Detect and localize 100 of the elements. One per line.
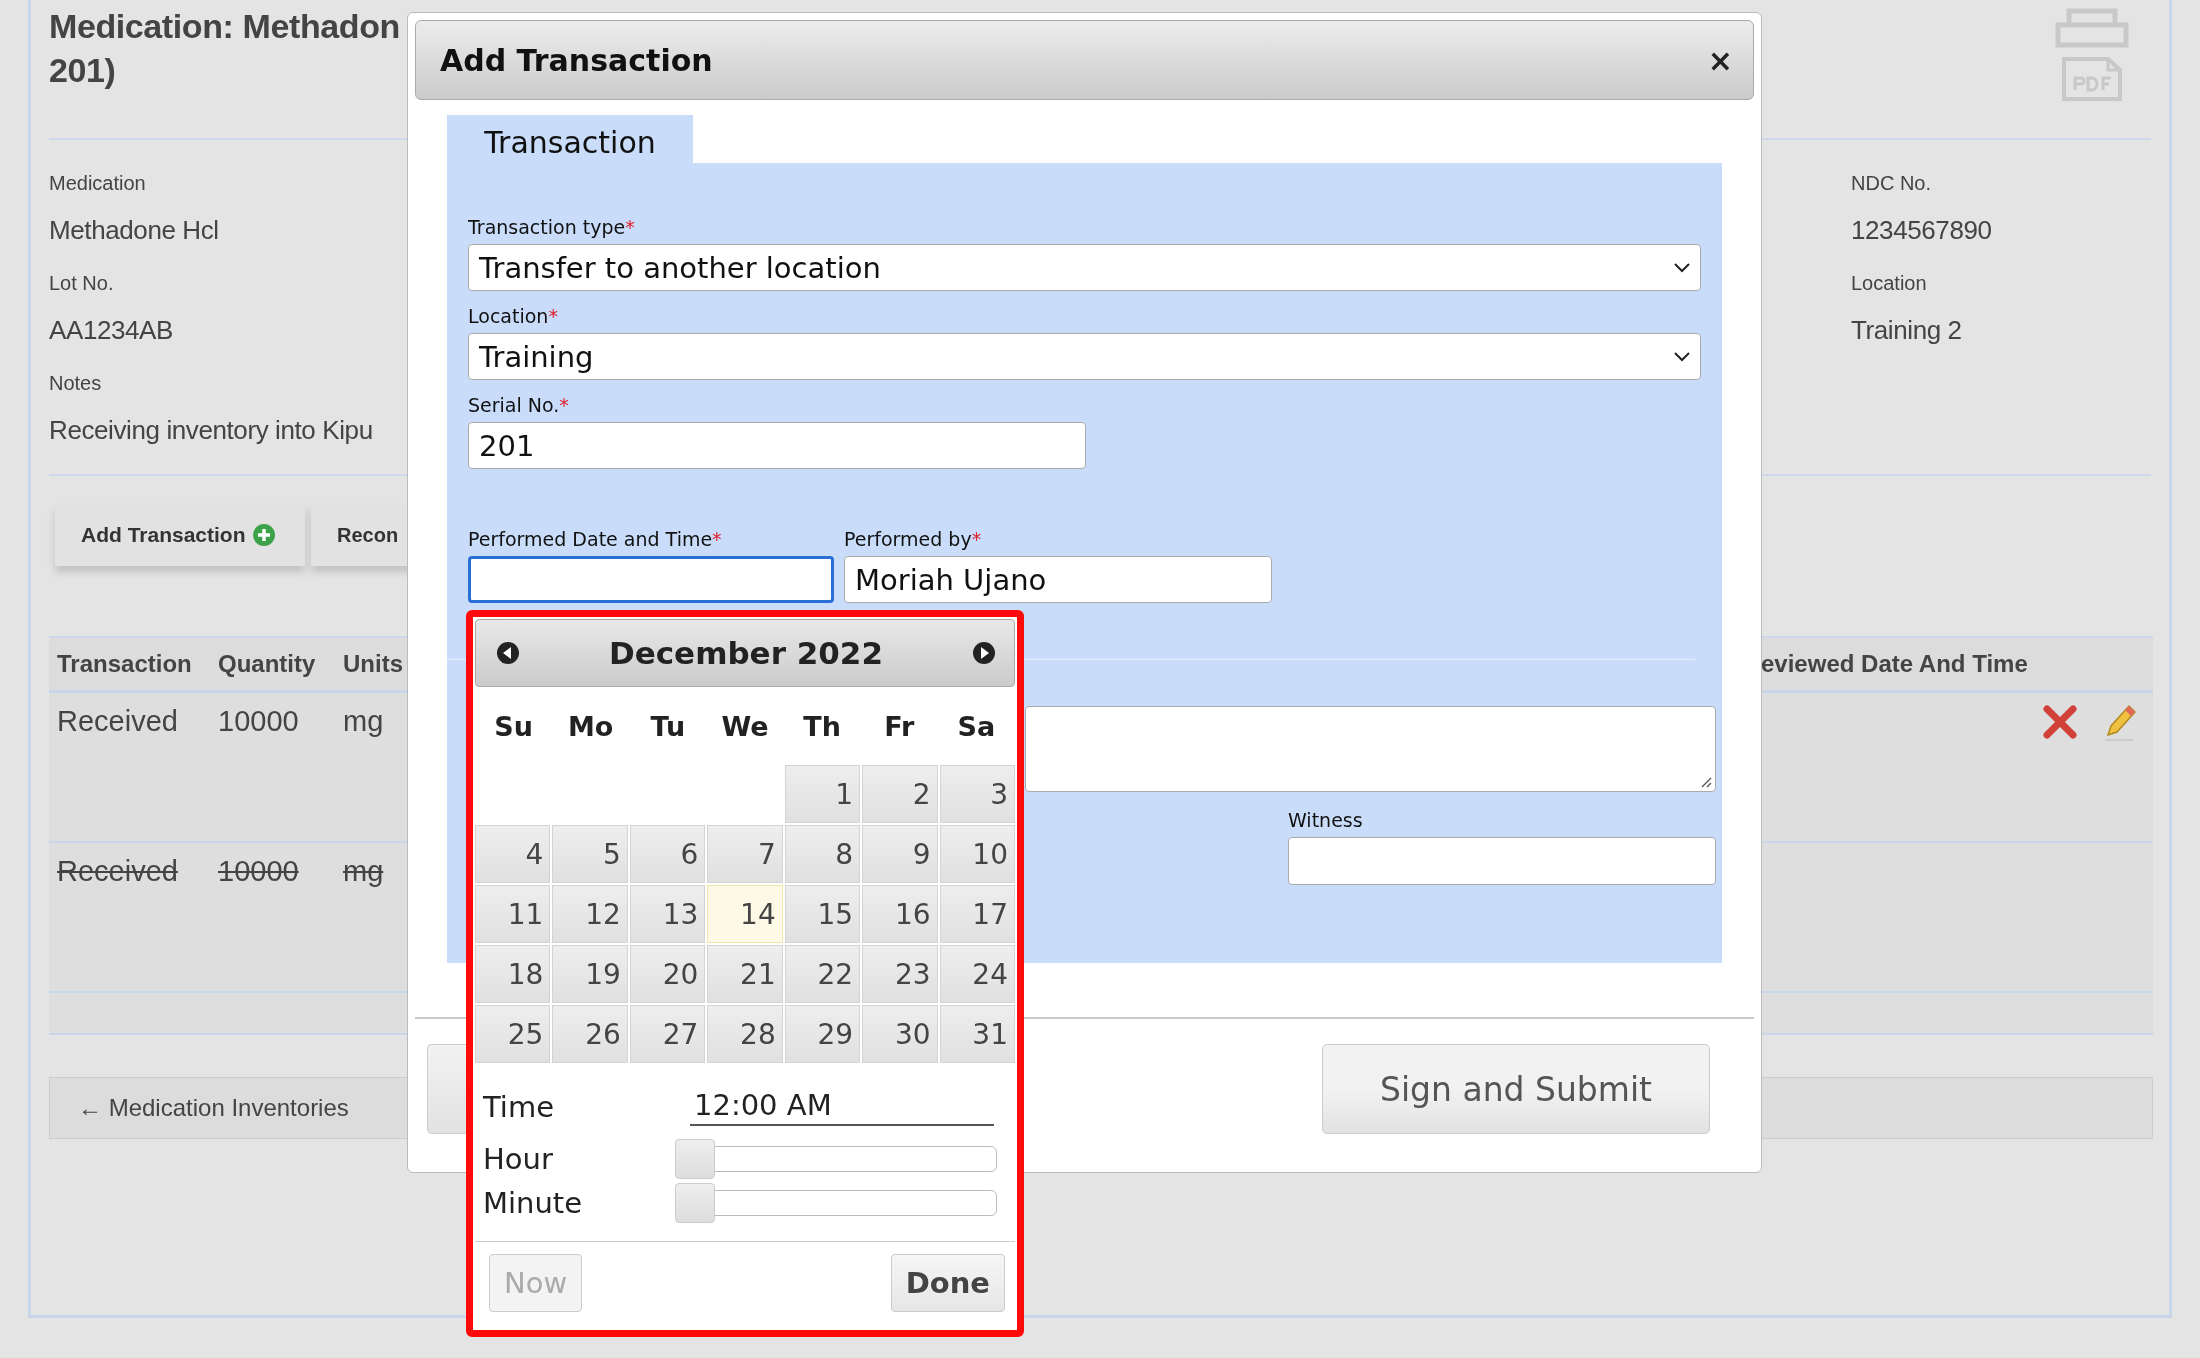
weekday-label: Tu (649, 710, 687, 742)
detail-label: Location (1851, 271, 1927, 296)
calendar-day[interactable]: 23 (862, 945, 938, 1003)
detail-label: Medication (49, 171, 146, 196)
weekday-label: Th (802, 710, 842, 742)
weekday-label: Fr (883, 710, 916, 742)
detail-label: Notes (49, 371, 102, 396)
calendar-day[interactable]: 17 (939, 885, 1015, 943)
weekday-label: Mo (567, 710, 615, 742)
detail-value: 1234567890 (1851, 214, 1992, 247)
next-month-button[interactable] (972, 641, 996, 665)
field-label: Location* (468, 304, 559, 328)
table-cell-text: Received (57, 854, 178, 888)
calendar-day[interactable]: 10 (939, 825, 1015, 883)
time-value: 12:00 AM (690, 1088, 994, 1126)
table-cell-text: 10000 (218, 854, 299, 888)
calendar-day[interactable]: 26 (552, 1005, 628, 1063)
table-cell-text: 10000 (218, 704, 299, 738)
calendar-day[interactable]: 31 (939, 1005, 1015, 1063)
input-field[interactable] (468, 556, 834, 603)
tab[interactable]: Transaction (447, 115, 693, 163)
slider-label: Hour (483, 1142, 554, 1176)
month-title: December 2022 (608, 635, 883, 671)
calendar-day[interactable]: 28 (707, 1005, 783, 1063)
calendar-day[interactable]: 4 (475, 825, 551, 883)
calendar-day[interactable]: 29 (784, 1005, 861, 1063)
column-header: Units (343, 650, 403, 678)
detail-value: Receiving inventory into Kipu (49, 414, 373, 447)
delete-icon[interactable] (2041, 703, 2079, 741)
calendar-day[interactable]: 11 (475, 885, 551, 943)
calendar-day[interactable]: 12 (552, 885, 628, 943)
calendar-day[interactable]: 24 (939, 945, 1015, 1003)
pencil-icon[interactable] (2103, 703, 2137, 743)
calendar-day[interactable]: 20 (629, 945, 706, 1003)
time-label: Time (483, 1090, 555, 1124)
weekday-label: We (720, 710, 770, 742)
chevron-down-icon (1674, 262, 1690, 273)
calendar-day[interactable]: 27 (629, 1005, 706, 1063)
detail-label: Lot No. (49, 271, 114, 296)
slider-thumb[interactable] (675, 1139, 715, 1179)
printer-icon[interactable] (2055, 8, 2129, 48)
calendar-day[interactable]: 25 (475, 1005, 551, 1063)
calendar-day[interactable]: 9 (862, 825, 938, 883)
plus-icon (251, 523, 276, 547)
field-label: Performed by* (844, 527, 983, 551)
slider[interactable] (675, 1183, 997, 1223)
column-header: Quantity (218, 650, 316, 678)
calendar-day[interactable]: 3 (939, 765, 1015, 823)
resize-grip-icon (1700, 776, 1712, 788)
calendar-day[interactable]: 19 (552, 945, 628, 1003)
slider[interactable] (675, 1139, 997, 1179)
column-header: Transaction (57, 650, 192, 678)
footer-button[interactable] (427, 1044, 466, 1134)
detail-value: AA1234AB (49, 314, 173, 347)
calendar-day[interactable]: 22 (784, 945, 861, 1003)
calendar-day[interactable]: 15 (784, 885, 861, 943)
calendar-day[interactable]: 2 (862, 765, 938, 823)
calendar-day[interactable]: 8 (784, 825, 861, 883)
back-link[interactable]: ← Medication Inventories (78, 1094, 349, 1122)
pdf-icon[interactable] (2061, 56, 2123, 102)
calendar-day[interactable]: 18 (475, 945, 551, 1003)
close-button[interactable]: × (1707, 42, 1733, 78)
calendar-day[interactable]: 16 (862, 885, 938, 943)
calendar-day[interactable]: 1 (784, 765, 861, 823)
text-area[interactable] (1025, 706, 1716, 792)
calendar-day[interactable]: 21 (707, 945, 783, 1003)
page-title: Medication: Methadon (49, 6, 400, 47)
detail-label: NDC No. (1851, 171, 1931, 196)
dialog-title: Add Transaction (440, 42, 713, 78)
select-field[interactable]: Transfer to another location (468, 244, 1701, 291)
calendar-day[interactable]: 30 (862, 1005, 938, 1063)
submit-button[interactable]: Sign and Submit (1322, 1044, 1710, 1134)
action-button[interactable]: Add Transaction (55, 504, 305, 566)
previous-month-button[interactable] (496, 641, 520, 665)
calendar-day[interactable]: 6 (629, 825, 706, 883)
table-cell-text: mg (343, 704, 384, 738)
calendar-day[interactable]: 5 (552, 825, 628, 883)
detail-value: Methadone Hcl (49, 214, 219, 247)
input-field[interactable]: 201 (468, 422, 1086, 469)
table-cell-text: Received (57, 704, 178, 738)
weekday-label: Su (493, 710, 534, 742)
table-cell-text: mg (343, 854, 384, 888)
calendar-day[interactable]: 13 (629, 885, 706, 943)
chevron-down-icon (1674, 351, 1690, 362)
weekday-label: Sa (956, 710, 997, 742)
picker-button[interactable]: Done (890, 1254, 1005, 1312)
field-label: Serial No.* (468, 393, 570, 417)
input-field[interactable] (1288, 837, 1716, 885)
page-title: 201) (49, 50, 116, 91)
calendar-day[interactable]: 14 (707, 885, 783, 943)
field-label: Performed Date and Time* (468, 527, 723, 551)
input-field[interactable]: Moriah Ujano (844, 556, 1272, 603)
column-header: eviewed Date And Time (1761, 650, 2028, 678)
field-label: Witness (1288, 808, 1364, 832)
detail-value: Training 2 (1851, 314, 1962, 347)
select-field[interactable]: Training (468, 333, 1701, 380)
calendar-day[interactable]: 7 (707, 825, 783, 883)
slider-label: Minute (483, 1186, 584, 1220)
slider-thumb[interactable] (675, 1183, 715, 1223)
field-label: Transaction type* (468, 215, 636, 239)
